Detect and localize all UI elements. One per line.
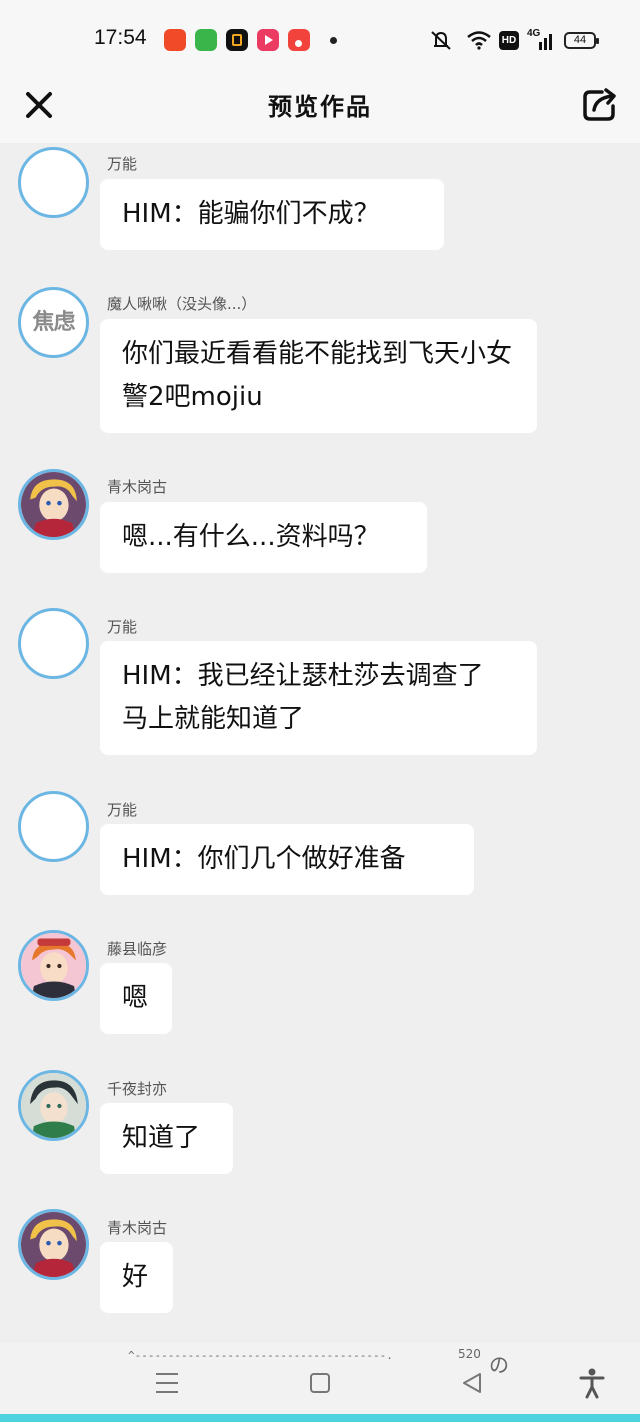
mute-bell-icon <box>431 31 451 50</box>
pinduoduo-icon <box>164 29 186 51</box>
anime-avatar-icon <box>21 933 86 998</box>
avatar[interactable] <box>18 791 89 862</box>
home-icon[interactable] <box>310 1373 330 1393</box>
message-username: 千夜封亦 <box>107 1080 168 1098</box>
message-username: 魔人啾啾（没头像...） <box>107 295 257 313</box>
chat-message: 万能 HIM：你们几个做好准备 <box>0 791 640 895</box>
chat-message: 万能 HIM：能骗你们不成？ <box>0 143 640 253</box>
share-icon[interactable] <box>580 86 620 124</box>
chat-message: 焦虑 魔人啾啾（没头像...） 你们最近看看能不能找到飞天小女警2吧mojiu <box>0 287 640 433</box>
status-time: 17:54 <box>94 26 147 49</box>
avatar-text: 焦虑 <box>32 310 75 335</box>
keyboard-hint-dashes: ^--------------------------------------. <box>128 1349 393 1362</box>
message-username: 青木岗古 <box>107 478 168 496</box>
chat-message: 青木岗古 好 <box>0 1209 640 1313</box>
message-username: 万能 <box>107 618 138 636</box>
android-app-icon <box>195 29 217 51</box>
message-username: 万能 <box>107 155 138 173</box>
keyboard-hint-number: 520 <box>458 1347 481 1361</box>
avatar[interactable] <box>18 1209 89 1280</box>
chat-message: 万能 HIM：我已经让瑟杜莎去调查了 马上就能知道了 <box>0 608 640 755</box>
video-app-icon <box>257 29 279 51</box>
message-bubble: HIM：能骗你们不成？ <box>100 179 444 250</box>
chat-message: 千夜封亦 知道了 <box>0 1070 640 1174</box>
chat-message: 青木岗古 嗯...有什么...资料吗？ <box>0 468 640 573</box>
message-bubble: 你们最近看看能不能找到飞天小女警2吧mojiu <box>100 319 537 433</box>
keyboard-hint-char: の <box>489 1353 509 1377</box>
avatar[interactable] <box>18 147 89 218</box>
message-bubble: HIM：你们几个做好准备 <box>100 824 474 895</box>
message-bubble: 嗯 <box>100 963 172 1034</box>
bottom-accent-strip <box>0 1414 640 1422</box>
message-username: 青木岗古 <box>107 1219 168 1237</box>
menu-icon[interactable] <box>156 1373 178 1393</box>
avatar[interactable] <box>18 469 89 540</box>
avatar[interactable] <box>18 1070 89 1141</box>
wifi-icon <box>467 31 491 50</box>
message-username: 万能 <box>107 801 138 819</box>
notification-dot <box>330 37 337 44</box>
signal-icon <box>539 34 552 50</box>
app-root: 17:54 HD 4G 44 预览作品 万能 HIM：能骗你们不成？ 焦虑 魔人… <box>0 0 640 1422</box>
system-nav-bar: ^--------------------------------------.… <box>0 1343 640 1422</box>
chat-message-list[interactable]: 万能 HIM：能骗你们不成？ 焦虑 魔人啾啾（没头像...） 你们最近看看能不能… <box>0 143 640 1343</box>
black-app-icon <box>226 29 248 51</box>
hd-badge: HD <box>499 31 519 50</box>
back-icon[interactable] <box>460 1371 484 1395</box>
message-bubble: 嗯...有什么...资料吗？ <box>100 502 427 573</box>
status-bar: 17:54 HD 4G 44 <box>0 0 640 72</box>
anime-avatar-icon <box>21 472 86 537</box>
chat-message: 藤县临彦 嗯 <box>0 930 640 1034</box>
message-username: 藤县临彦 <box>107 940 168 958</box>
page-title: 预览作品 <box>268 93 372 121</box>
message-bubble: 知道了 <box>100 1103 233 1174</box>
message-bubble: 好 <box>100 1242 173 1313</box>
message-bubble: HIM：我已经让瑟杜莎去调查了 马上就能知道了 <box>100 641 537 755</box>
avatar[interactable] <box>18 608 89 679</box>
anime-avatar-icon <box>21 1212 86 1277</box>
avatar[interactable] <box>18 930 89 1001</box>
accessibility-icon[interactable] <box>578 1367 606 1399</box>
anime-avatar-icon <box>21 1073 86 1138</box>
avatar[interactable]: 焦虑 <box>18 287 89 358</box>
music-app-icon <box>288 29 310 51</box>
battery-icon: 44 <box>564 32 599 49</box>
header-bar: 预览作品 <box>0 72 640 143</box>
